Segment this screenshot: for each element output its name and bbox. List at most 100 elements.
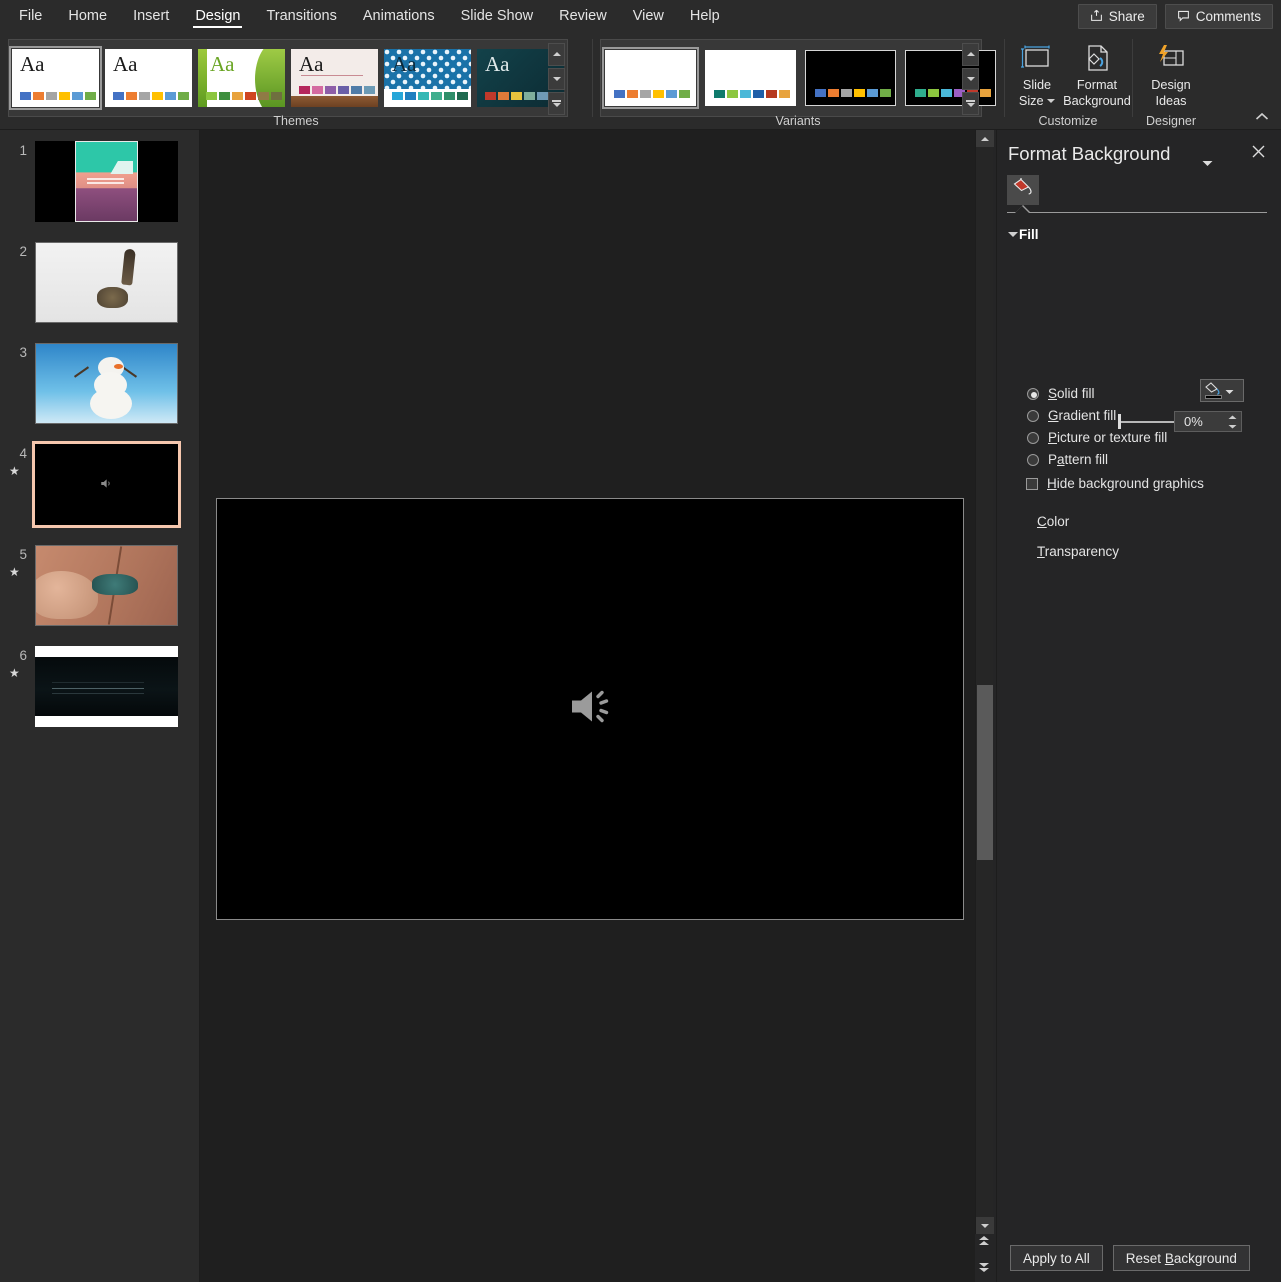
themes-scroll-up-button[interactable] xyxy=(548,43,565,66)
slide-thumbnail-pane[interactable]: 1 2 3 xyxy=(0,130,200,1282)
theme-office[interactable]: Aa xyxy=(12,49,99,107)
tab-slide-show[interactable]: Slide Show xyxy=(448,0,547,33)
speaker-audio-icon xyxy=(100,476,113,494)
theme-berlin-aa: Aa xyxy=(113,53,138,75)
comments-label: Comments xyxy=(1196,9,1261,24)
thumbnail-row-3: 3 xyxy=(0,343,200,444)
option-solid-fill[interactable]: Solid fill xyxy=(1027,386,1095,401)
share-button[interactable]: Share xyxy=(1078,4,1157,29)
tab-help[interactable]: Help xyxy=(677,0,733,33)
scrollbar-thumb[interactable] xyxy=(977,685,993,860)
thumbnail-row-1: 1 xyxy=(0,141,200,242)
tab-design-label: Design xyxy=(195,8,240,24)
comments-button[interactable]: Comments xyxy=(1165,4,1273,29)
previous-slide-button[interactable] xyxy=(977,1234,991,1247)
variant-light-1-swatches xyxy=(614,90,690,98)
theme-tile[interactable]: Aa xyxy=(384,49,471,107)
transparency-spinner[interactable] xyxy=(1226,413,1239,431)
variant-light-1[interactable] xyxy=(605,50,696,106)
gradient-fill-radio[interactable] xyxy=(1027,410,1039,422)
variant-dark-2[interactable] xyxy=(905,50,996,106)
scroll-down-button[interactable] xyxy=(976,1217,994,1234)
fill-section-toggle-icon[interactable] xyxy=(1008,232,1018,237)
tab-file-label: File xyxy=(19,8,42,24)
transparency-value-box[interactable]: 0% xyxy=(1174,411,1242,432)
tab-design[interactable]: Design xyxy=(182,0,253,33)
tab-insert[interactable]: Insert xyxy=(120,0,182,33)
pane-options-button[interactable] xyxy=(1202,154,1213,172)
slide-size-button[interactable]: Slide Size xyxy=(1008,37,1066,111)
tab-home[interactable]: Home xyxy=(55,0,120,33)
slide-5-artwork xyxy=(36,546,177,625)
current-slide[interactable] xyxy=(216,498,964,920)
apply-to-all-button[interactable]: Apply to All xyxy=(1010,1245,1103,1271)
option-hide-background-graphics[interactable]: Hide background graphics xyxy=(1026,476,1204,491)
scroll-up-button[interactable] xyxy=(976,130,994,147)
collapse-ribbon-button[interactable] xyxy=(1253,109,1271,125)
slide-thumbnail-2[interactable] xyxy=(35,242,178,323)
tab-view-label: View xyxy=(633,8,664,24)
designer-group: Design Ideas Designer xyxy=(1132,33,1210,130)
fill-tab-button[interactable] xyxy=(1007,175,1039,205)
variants-scroll-down-button[interactable] xyxy=(962,68,979,91)
slide-thumbnail-3[interactable] xyxy=(35,343,178,424)
variants-scroll-buttons xyxy=(962,43,979,115)
variant-light-2[interactable] xyxy=(705,50,796,106)
solid-fill-radio[interactable] xyxy=(1027,388,1039,400)
format-background-button[interactable]: Format Background xyxy=(1066,37,1128,111)
hide-background-graphics-label: Hide background graphics xyxy=(1047,476,1204,491)
tab-transitions[interactable]: Transitions xyxy=(253,0,349,33)
close-pane-button[interactable] xyxy=(1252,143,1265,162)
transparency-slider-track[interactable] xyxy=(1120,421,1176,423)
design-ideas-label-1: Design xyxy=(1151,78,1191,92)
theme-paper-swatches xyxy=(299,86,375,94)
theme-office-swatches xyxy=(20,92,96,100)
tab-help-label: Help xyxy=(690,8,720,24)
canvas-vertical-scrollbar[interactable] xyxy=(975,130,993,1234)
variants-scroll-up-button[interactable] xyxy=(962,43,979,66)
slide-5-animation-star-icon: ★ xyxy=(9,565,20,579)
slide-size-label-2: Size xyxy=(1019,94,1055,108)
slide-thumbnail-1[interactable] xyxy=(35,141,178,222)
background-color-button[interactable] xyxy=(1200,379,1244,402)
theme-dark-teal-aa: Aa xyxy=(485,53,510,75)
pattern-fill-radio[interactable] xyxy=(1027,454,1039,466)
tab-animations[interactable]: Animations xyxy=(350,0,448,33)
reset-background-label: Reset Background xyxy=(1126,1251,1237,1266)
reset-background-button[interactable]: Reset Background xyxy=(1113,1245,1250,1271)
slide-thumbnail-5[interactable] xyxy=(35,545,178,626)
themes-more-button[interactable] xyxy=(548,92,565,115)
tab-transitions-label: Transitions xyxy=(266,8,336,24)
tab-view[interactable]: View xyxy=(620,0,677,33)
theme-paper[interactable]: Aa xyxy=(291,49,378,107)
variants-more-button[interactable] xyxy=(962,92,979,115)
slide-number-4: 4 xyxy=(9,446,27,461)
theme-paper-aa: Aa xyxy=(299,53,324,75)
theme-green-wave[interactable]: Aa xyxy=(198,49,285,107)
transparency-value: 0% xyxy=(1175,414,1203,429)
slide-3-artwork xyxy=(36,344,177,423)
variant-dark-1[interactable] xyxy=(805,50,896,106)
tab-file[interactable]: File xyxy=(6,0,55,33)
option-pattern-fill[interactable]: Pattern fill xyxy=(1027,452,1108,467)
theme-berlin[interactable]: Aa xyxy=(105,49,192,107)
picture-or-texture-fill-radio[interactable] xyxy=(1027,432,1039,444)
color-bucket-icon xyxy=(1205,382,1222,399)
theme-office-aa: Aa xyxy=(20,53,45,75)
tab-insert-label: Insert xyxy=(133,8,169,24)
design-ideas-icon xyxy=(1155,40,1187,76)
slide-size-icon xyxy=(1020,40,1054,76)
next-slide-button[interactable] xyxy=(977,1261,991,1274)
tab-review[interactable]: Review xyxy=(546,0,620,33)
option-gradient-fill[interactable]: Gradient fill xyxy=(1027,408,1116,423)
themes-scroll-down-button[interactable] xyxy=(548,68,565,91)
slide-thumbnail-6[interactable] xyxy=(35,646,178,727)
hide-background-graphics-checkbox[interactable] xyxy=(1026,478,1038,490)
slide-thumbnail-4[interactable] xyxy=(35,444,178,525)
chevron-down-icon[interactable] xyxy=(1225,382,1234,400)
tab-home-label: Home xyxy=(68,8,107,24)
transparency-slider-handle[interactable] xyxy=(1118,414,1121,429)
option-picture-or-texture-fill[interactable]: Picture or texture fill xyxy=(1027,430,1167,445)
speaker-audio-icon[interactable] xyxy=(568,688,612,731)
design-ideas-button[interactable]: Design Ideas xyxy=(1142,37,1200,111)
